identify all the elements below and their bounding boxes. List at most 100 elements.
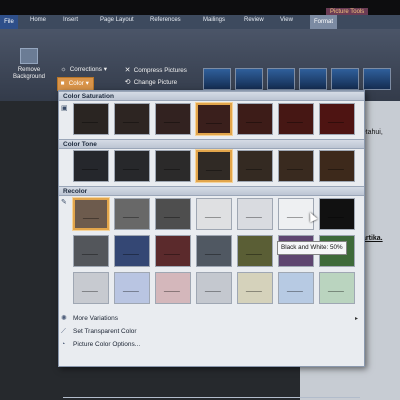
recolor-swatch[interactable] [196,198,232,230]
menu-divider [63,397,360,398]
tone-swatch[interactable] [278,150,314,182]
recolor-swatch[interactable] [237,198,273,230]
tab-view[interactable]: View [280,17,293,23]
tone-swatch[interactable] [114,150,150,182]
more-variations-icon: ✺ [61,315,67,322]
signature-mark [245,285,265,292]
picture-style-thumb[interactable] [203,68,231,90]
signature-mark [204,211,224,218]
color-button[interactable]: ■ Color ▾ [57,77,94,91]
section-recolor: Recolor [59,186,364,196]
recolor-swatch[interactable] [114,272,150,304]
set-transparent-color-item[interactable]: Set Transparent Color [73,328,137,335]
saturation-swatch[interactable] [319,103,355,135]
recolor-swatch[interactable] [278,272,314,304]
saturation-swatch[interactable] [196,103,232,135]
signature-mark [245,163,265,170]
signature-mark [327,285,347,292]
signature-mark [286,285,306,292]
recolor-swatch[interactable] [196,272,232,304]
tone-swatch[interactable] [73,150,109,182]
saturation-swatch[interactable] [237,103,273,135]
chevron-right-icon: ▸ [355,316,359,322]
recolor-swatch[interactable] [237,235,273,267]
chevron-down-icon: ▾ [103,66,107,73]
tone-swatch[interactable] [319,150,355,182]
tab-references[interactable]: References [150,17,181,23]
picture-style-thumb[interactable] [363,68,391,90]
recolor-swatch[interactable] [319,272,355,304]
tab-home[interactable]: Home [30,17,46,23]
signature-mark [122,248,142,255]
signature-mark [245,116,265,123]
tab-mailings[interactable]: Mailings [203,17,225,23]
recolor-swatch[interactable] [155,235,191,267]
color-label: Color [68,80,84,87]
saturation-swatch[interactable] [73,103,109,135]
signature-mark [204,248,224,255]
compress-icon: ✕ [124,67,131,74]
tab-review[interactable]: Review [244,17,264,23]
recolor-swatch[interactable] [73,198,109,230]
signature-mark [163,248,183,255]
picture-color-options-item[interactable]: Picture Color Options... [73,341,140,348]
recolor-swatch[interactable] [73,272,109,304]
signature-mark [163,211,183,218]
signature-mark [163,116,183,123]
recolor-swatch[interactable] [196,235,232,267]
section-color-tone: Color Tone [59,139,364,149]
recolor-swatch[interactable] [319,198,355,230]
tab-file[interactable]: File [0,15,18,29]
signature-mark [81,248,101,255]
signature-mark [204,285,224,292]
saturation-swatch[interactable] [278,103,314,135]
recolor-swatch[interactable] [155,272,191,304]
tab-page-layout[interactable]: Page Layout [100,17,134,23]
picture-style-thumb[interactable] [267,68,295,90]
saturation-swatch[interactable] [114,103,150,135]
change-picture-button[interactable]: ⟲ Change Picture [123,78,178,86]
signature-mark [122,116,142,123]
corrections-icon: ☼ [60,66,67,73]
saturation-swatch[interactable] [155,103,191,135]
remove-background-button[interactable]: Remove Background [12,48,46,81]
remove-background-icon [20,48,38,64]
tab-format[interactable]: Format [310,15,338,29]
change-picture-icon: ⟲ [124,79,131,86]
picture-style-thumb[interactable] [331,68,359,90]
corrections-label: Corrections [69,66,102,73]
signature-mark [163,285,183,292]
remove-background-label: Remove Background [12,67,46,80]
signature-mark [122,211,142,218]
compress-pictures-button[interactable]: ✕ Compress Pictures [123,66,187,74]
tone-swatch[interactable] [196,150,232,182]
change-picture-label: Change Picture [133,79,178,86]
signature-mark [286,211,306,218]
recolor-swatch[interactable] [237,272,273,304]
recolor-swatch[interactable] [114,198,150,230]
signature-mark [163,163,183,170]
corrections-button[interactable]: ☼ Corrections ▾ [59,66,107,73]
recolor-swatch[interactable] [73,235,109,267]
section-color-saturation: Color Saturation [59,91,364,101]
signature-mark [327,116,347,123]
tab-insert[interactable]: Insert [63,17,78,23]
recolor-swatch[interactable] [114,235,150,267]
picture-style-thumb[interactable] [235,68,263,90]
signature-mark [327,211,347,218]
compress-pictures-label: Compress Pictures [133,67,187,74]
picture-style-thumb[interactable] [299,68,327,90]
signature-mark [81,163,101,170]
signature-mark [81,116,101,123]
signature-mark [122,285,142,292]
tone-swatch[interactable] [155,150,191,182]
signature-mark [245,248,265,255]
color-dropdown-gallery: Color Saturation ▣ Color Tone Recolor ✎ … [58,90,365,398]
tone-swatch[interactable] [237,150,273,182]
ribbon-tabs: File Home Insert Page Layout References … [0,15,400,29]
document-text-line: artika. [362,235,383,242]
recolor-swatch[interactable] [155,198,191,230]
signature-mark [82,212,102,219]
more-variations-item[interactable]: More Variations [73,315,118,322]
signature-mark [81,285,101,292]
